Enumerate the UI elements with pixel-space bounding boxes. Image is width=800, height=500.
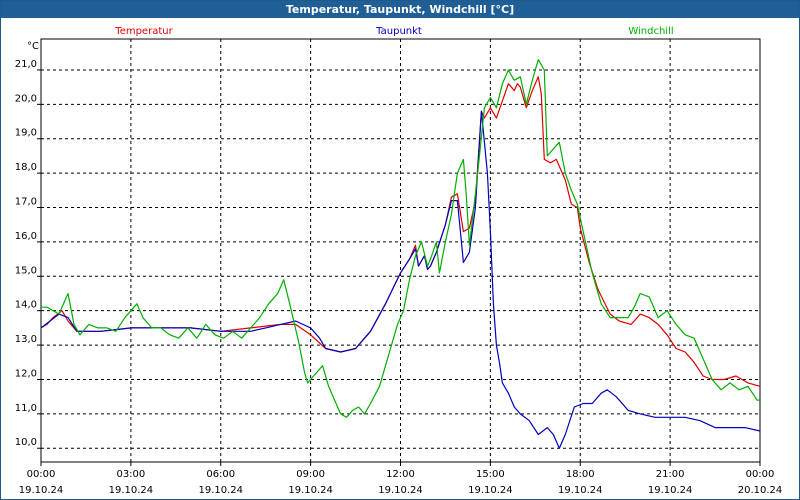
x-tick-time-label: 09:00 bbox=[296, 469, 325, 480]
x-tick-date-label: 19.10.24 bbox=[648, 485, 693, 496]
y-tick-label: 13,0 bbox=[15, 334, 37, 345]
x-tick-date-label: 19.10.24 bbox=[378, 485, 423, 496]
x-tick-time-label: 03:00 bbox=[116, 469, 145, 480]
legend-entry-windchill: Windchill bbox=[628, 26, 673, 37]
y-tick-label: 17,0 bbox=[15, 197, 37, 208]
x-tick-date-label: 19.10.24 bbox=[288, 485, 333, 496]
x-tick-time-label: 15:00 bbox=[476, 469, 505, 480]
x-tick-date-label: 19.10.24 bbox=[198, 485, 243, 496]
x-tick-time-label: 00:00 bbox=[746, 469, 775, 480]
line-chart: °C 10,011,012,013,014,015,016,017,018,01… bbox=[15, 26, 783, 496]
y-tick-label: 15,0 bbox=[15, 265, 37, 276]
y-tick-label: 14,0 bbox=[15, 300, 37, 311]
legend: Temperatur Taupunkt Windchill bbox=[114, 26, 673, 37]
x-tick-time-label: 18:00 bbox=[566, 469, 595, 480]
x-tick-time-label: 21:00 bbox=[656, 469, 685, 480]
y-tick-label: 11,0 bbox=[15, 403, 37, 414]
x-tick-date-label: 19.10.24 bbox=[558, 485, 603, 496]
x-tick-time-label: 06:00 bbox=[206, 469, 235, 480]
x-tick-date-label: 20.10.24 bbox=[738, 485, 783, 496]
y-tick-label: 20,0 bbox=[15, 93, 37, 104]
x-tick-time-label: 12:00 bbox=[386, 469, 415, 480]
y-tick-label: 10,0 bbox=[15, 437, 37, 448]
y-tick-label: 12,0 bbox=[15, 368, 37, 379]
x-tick-date-label: 19.10.24 bbox=[468, 485, 513, 496]
x-axis-ticks: 00:00 19.10.24 03:00 19.10.24 06:00 19.10.24 0… bbox=[19, 462, 783, 496]
y-axis-ticks: 10,0 11,0 12,0 13,0 14,0 15,0 16,0 17,0 18,0 19,0… bbox=[15, 59, 41, 449]
legend-entry-taupunkt: Taupunkt bbox=[375, 26, 422, 37]
y-tick-label: 19,0 bbox=[15, 128, 37, 139]
y-tick-label: 18,0 bbox=[15, 162, 37, 173]
x-tick-time-label: 00:00 bbox=[27, 469, 56, 480]
chart-window: Temperatur, Taupunkt, Windchill [°C] °C … bbox=[0, 0, 800, 500]
y-tick-label: 16,0 bbox=[15, 231, 37, 242]
y-axis-unit-label: °C bbox=[27, 41, 39, 52]
x-tick-date-label: 19.10.24 bbox=[19, 485, 64, 496]
y-tick-label: 21,0 bbox=[15, 59, 37, 70]
x-tick-date-label: 19.10.24 bbox=[109, 485, 154, 496]
legend-entry-temperatur: Temperatur bbox=[114, 26, 173, 37]
